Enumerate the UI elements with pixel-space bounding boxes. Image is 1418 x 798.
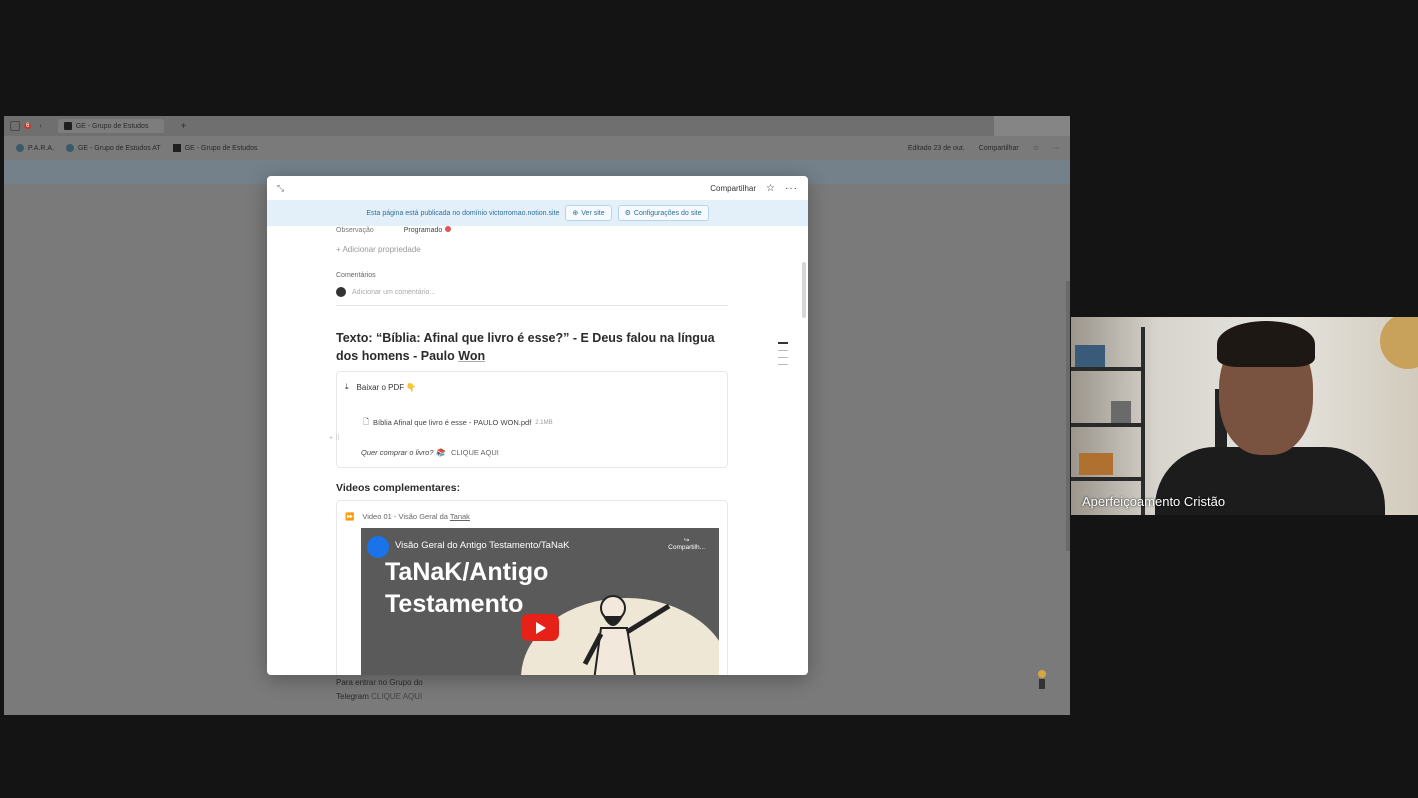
back-icon[interactable]: ‹: [39, 123, 41, 130]
download-pdf-row[interactable]: ⤓ Baixar o PDF 👇: [345, 382, 416, 392]
telegram-text: Para entrar no Grupo do Telegram CLIQUE …: [336, 678, 423, 701]
page-outline[interactable]: [778, 342, 788, 371]
expand-icon[interactable]: ⤡: [277, 183, 284, 194]
publish-notice-bar: Esta página está publicada no domínio vi…: [267, 200, 808, 226]
tab-count-badge: 6: [24, 123, 32, 129]
video-thumbnail-text: TaNaK/Antigo Testamento: [385, 558, 549, 618]
window-controls[interactable]: [994, 116, 1070, 136]
star-icon[interactable]: ☆: [766, 183, 775, 194]
page-scrollbar[interactable]: [1066, 281, 1070, 551]
property-name: Observação: [336, 226, 374, 234]
more-options-icon[interactable]: ···: [1053, 145, 1060, 152]
prophet-illustration-icon: [582, 595, 671, 675]
gear-icon: ⚙: [624, 210, 631, 217]
comment-input[interactable]: Adicionar um comentário...: [336, 287, 728, 306]
participant-hair: [1217, 321, 1315, 367]
browser-tab-title: GE - Grupo de Estudos: [75, 122, 149, 130]
breadcrumb-item-ge[interactable]: GE - Grupo de Estudos: [172, 144, 257, 152]
property-value[interactable]: Programado: [404, 226, 452, 234]
drag-handle-icon[interactable]: + ⠿: [329, 434, 340, 442]
more-icon[interactable]: ···: [785, 183, 798, 194]
buy-book-link[interactable]: CLIQUE AQUI: [451, 448, 499, 457]
video-toggle[interactable]: ⏩ Video 01 - Visão Geral da Tanak: [345, 512, 470, 521]
webcam-feed: Aperfeiçoamento Cristão: [1071, 317, 1418, 515]
favorite-star-icon[interactable]: ☆: [1033, 144, 1039, 152]
new-tab-button[interactable]: +: [180, 121, 186, 132]
participant-name: Aperfeiçoamento Cristão: [1082, 494, 1226, 509]
modal-share-button[interactable]: Compartilhar: [710, 184, 756, 193]
browser-tab-bar: 6 ‹ GE - Grupo de Estudos +: [4, 116, 1070, 136]
channel-logo-icon[interactable]: [367, 536, 389, 558]
breadcrumb-item-para[interactable]: P.A.R.A.: [16, 144, 54, 152]
pdf-file-attachment[interactable]: 🗋 Bíblia Afinal que livro é esse - PAULO…: [363, 416, 553, 429]
add-property-button[interactable]: + Adicionar propriedade: [336, 245, 728, 257]
telegram-link[interactable]: CLIQUE AQUI: [371, 692, 422, 701]
video-title[interactable]: Visão Geral do Antigo Testamento/TaNaK: [395, 540, 569, 551]
publish-notice-text: Esta página está publicada no domínio vi…: [366, 209, 560, 217]
download-icon: ⤓: [345, 382, 349, 391]
youtube-embed[interactable]: Visão Geral do Antigo Testamento/TaNaK ↪…: [361, 528, 719, 675]
page-icon: [16, 144, 24, 152]
breadcrumb: P.A.R.A. GE - Grupo de Estudos AT GE - G…: [4, 138, 1070, 158]
page-section-heading: Texto: “Bíblia: Afinal que livro é esse?…: [336, 331, 715, 363]
page-icon: [172, 144, 181, 152]
browser-tab[interactable]: GE - Grupo de Estudos: [57, 119, 165, 133]
modal-scrollbar[interactable]: [802, 262, 806, 318]
toggle-arrow-icon: ⏩: [345, 512, 355, 521]
youtube-play-button[interactable]: [521, 614, 559, 641]
shared-screen: 6 ‹ GE - Grupo de Estudos + P.A.R.A. GE …: [4, 116, 1070, 715]
video-toggle-block: ⏩ Video 01 - Visão Geral da Tanak Visão …: [336, 500, 728, 675]
avatar: [336, 287, 346, 297]
file-icon: 🗋: [363, 417, 370, 426]
site-settings-button[interactable]: ⚙ Configurações do site: [617, 205, 709, 221]
page-icon: [65, 144, 74, 152]
notion-favicon-icon: [63, 122, 72, 130]
page-share-button[interactable]: Compartilhar: [979, 145, 1019, 152]
comments-heading: Comentários: [336, 272, 376, 279]
video-share-button[interactable]: ↪ Compartilh...: [668, 536, 705, 551]
modal-header: ⤡ Compartilhar ☆ ···: [267, 176, 808, 200]
help-icon[interactable]: [1034, 668, 1050, 694]
pdf-callout: ⤓ Baixar o PDF 👇 + ⠿ 🗋 Bíblia Afinal que…: [329, 371, 728, 468]
bookshelf: [1071, 327, 1145, 515]
page-content: Observação Programado + Adicionar propri…: [267, 224, 808, 675]
page-peek-modal: ⤡ Compartilhar ☆ ··· Esta página está pu…: [267, 176, 808, 675]
videos-heading: Videos complementares:: [336, 482, 461, 494]
property-row[interactable]: Observação Programado: [336, 224, 728, 236]
globe-icon: ⊕: [572, 210, 579, 217]
status-dot-icon: [445, 226, 452, 232]
buy-book-row: Quer comprar o livro? 📚 CLIQUE AQUI: [361, 448, 499, 457]
view-site-button[interactable]: ⊕ Ver site: [565, 205, 612, 221]
edited-timestamp: Editado 23 de out.: [907, 144, 965, 152]
breadcrumb-item-ge-at[interactable]: GE - Grupo de Estudos AT: [65, 144, 161, 152]
sidebar-toggle-icon[interactable]: [10, 121, 20, 131]
